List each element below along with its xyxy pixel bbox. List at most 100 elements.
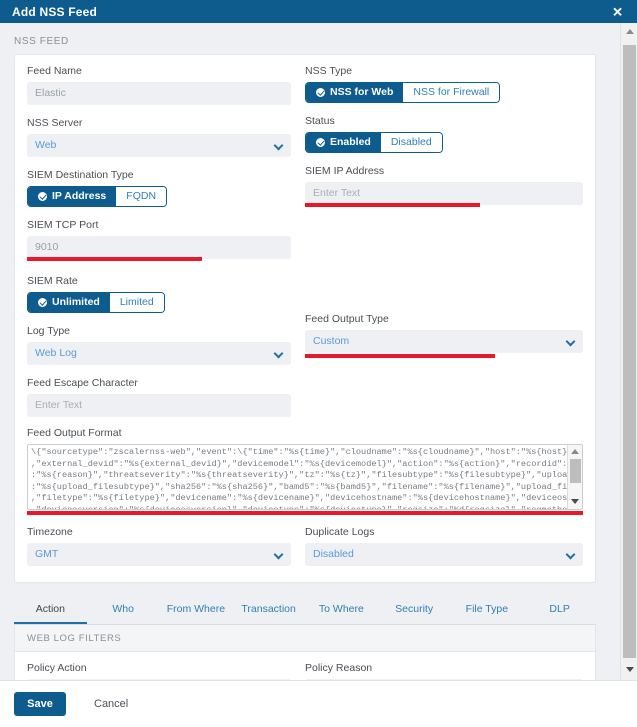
field-log-type: Log Type Web Log bbox=[27, 325, 291, 365]
field-siem-rate: SIEM Rate Unlimited Limited bbox=[27, 275, 291, 313]
feed-output-format-textarea[interactable]: \{"sourcetype":"zscalernss-web","event":… bbox=[27, 444, 583, 510]
label-policy-action: Policy Action bbox=[27, 662, 87, 674]
feed-name-input[interactable]: Elastic bbox=[27, 82, 291, 105]
nss-type-option-nss-for-web[interactable]: NSS for Web bbox=[306, 83, 404, 102]
field-feed-escape-character: Feed Escape Character Enter Text bbox=[27, 377, 291, 417]
panel-column-right: Policy Reason Any bbox=[305, 662, 583, 680]
save-button[interactable]: Save bbox=[14, 692, 66, 716]
status-option-enabled[interactable]: Enabled bbox=[306, 133, 381, 152]
panel-title: WEB LOG FILTERS bbox=[27, 633, 122, 644]
textarea-scrollbar[interactable] bbox=[567, 445, 582, 509]
nss-server-select[interactable]: Web bbox=[27, 134, 291, 157]
scroll-up-icon[interactable] bbox=[621, 23, 637, 40]
dialog-footer: Save Cancel bbox=[0, 680, 637, 727]
dialog-title: Add NSS Feed bbox=[12, 4, 98, 19]
feed-output-type-value: Custom bbox=[313, 335, 350, 347]
siem-rate-option-limited[interactable]: Limited bbox=[109, 293, 164, 312]
dialog-scrollbar[interactable] bbox=[620, 23, 637, 680]
status-option-disabled[interactable]: Disabled bbox=[380, 133, 442, 152]
tab-security[interactable]: Security bbox=[378, 597, 451, 624]
label-feed-output-format: Feed Output Format bbox=[27, 427, 122, 439]
log-type-select[interactable]: Web Log bbox=[27, 342, 291, 365]
option-label: Limited bbox=[119, 296, 154, 308]
chevron-down-icon bbox=[273, 549, 284, 560]
check-icon bbox=[316, 88, 325, 97]
option-label: NSS for Firewall bbox=[413, 86, 490, 98]
duplicate-logs-select[interactable]: Disabled bbox=[305, 543, 583, 566]
tab-transaction[interactable]: Transaction bbox=[232, 597, 305, 624]
cancel-button[interactable]: Cancel bbox=[88, 697, 134, 711]
siem-destination-type-option-fqdn[interactable]: FQDN bbox=[116, 187, 167, 206]
tab-who[interactable]: Who bbox=[87, 597, 160, 624]
option-label: FQDN bbox=[126, 190, 157, 202]
tab-to-where[interactable]: To Where bbox=[305, 597, 378, 624]
label-siem-destination-type: SIEM Destination Type bbox=[27, 169, 134, 181]
check-icon bbox=[38, 192, 47, 201]
scroll-up-icon[interactable] bbox=[568, 445, 582, 458]
field-status: Status Enabled Disabled bbox=[305, 115, 583, 153]
tab-dlp[interactable]: DLP bbox=[523, 597, 596, 624]
nss-type-toggle[interactable]: NSS for Web NSS for Firewall bbox=[305, 82, 501, 103]
timezone-select[interactable]: GMT bbox=[27, 543, 291, 566]
log-type-value: Web Log bbox=[35, 347, 77, 359]
field-feed-name: Feed Name Elastic bbox=[27, 65, 291, 105]
siem-rate-toggle[interactable]: Unlimited Limited bbox=[27, 292, 165, 313]
field-duplicate-logs: Duplicate Logs Disabled bbox=[305, 526, 583, 566]
label-duplicate-logs: Duplicate Logs bbox=[305, 526, 375, 538]
tab-action[interactable]: Action bbox=[14, 597, 87, 624]
label-timezone: Timezone bbox=[27, 526, 73, 538]
option-label: Disabled bbox=[390, 136, 432, 148]
label-siem-tcp-port: SIEM TCP Port bbox=[27, 219, 99, 231]
siem-tcp-port-input[interactable]: 9010 bbox=[27, 236, 291, 259]
label-policy-reason: Policy Reason bbox=[305, 662, 373, 674]
tab-file-type[interactable]: File Type bbox=[451, 597, 524, 624]
siem-ip-address-input[interactable]: Enter Text bbox=[305, 182, 583, 205]
feed-output-type-error-underline bbox=[305, 354, 495, 358]
tab-from-where[interactable]: From Where bbox=[160, 597, 233, 624]
chevron-down-icon bbox=[565, 549, 576, 560]
nss-type-option-nss-for-firewall[interactable]: NSS for Firewall bbox=[403, 83, 500, 102]
feed-output-format-value: \{"sourcetype":"zscalernss-web","event":… bbox=[31, 447, 583, 510]
feed-escape-character-input[interactable]: Enter Text bbox=[27, 394, 291, 417]
siem-destination-type-toggle[interactable]: IP Address FQDN bbox=[27, 186, 168, 207]
siem-ip-address-error-underline bbox=[305, 203, 480, 207]
status-toggle[interactable]: Enabled Disabled bbox=[305, 132, 443, 153]
dialog-titlebar: Add NSS Feed ✕ bbox=[0, 0, 637, 23]
scroll-down-icon[interactable] bbox=[621, 661, 637, 678]
form-column-left-2: Timezone GMT bbox=[27, 526, 305, 568]
dialog-content: NSS FEED Feed Name Elastic NSS Server We… bbox=[0, 23, 610, 680]
feed-output-type-select[interactable]: Custom bbox=[305, 330, 583, 353]
field-nss-type: NSS Type NSS for Web NSS for Firewall bbox=[305, 65, 583, 103]
field-siem-tcp-port: SIEM TCP Port 9010 bbox=[27, 219, 291, 261]
label-nss-server: NSS Server bbox=[27, 117, 83, 129]
section-title-nss-feed: NSS FEED bbox=[14, 36, 69, 47]
option-label: Unlimited bbox=[52, 296, 100, 308]
duplicate-logs-value: Disabled bbox=[313, 548, 354, 560]
label-siem-ip-address: SIEM IP Address bbox=[305, 165, 385, 177]
check-icon bbox=[38, 298, 47, 307]
scroll-down-icon[interactable] bbox=[568, 495, 582, 508]
option-label: NSS for Web bbox=[330, 86, 394, 98]
field-feed-output-format: Feed Output Format \{"sourcetype":"zscal… bbox=[27, 427, 583, 515]
check-icon bbox=[316, 138, 325, 147]
field-feed-output-type: Feed Output Type Custom bbox=[305, 313, 583, 358]
textarea-scroll-thumb[interactable] bbox=[570, 459, 581, 483]
label-log-type: Log Type bbox=[27, 325, 71, 337]
label-feed-name: Feed Name bbox=[27, 65, 82, 77]
field-siem-destination-type: SIEM Destination Type IP Address FQDN bbox=[27, 169, 291, 207]
panel-card: Policy Action Any Policy Reason Any bbox=[15, 651, 595, 680]
form-column-left: Feed Name Elastic NSS Server Web SIEM De… bbox=[27, 65, 305, 427]
scrollbar-thumb[interactable] bbox=[623, 45, 636, 658]
chevron-down-icon bbox=[273, 140, 284, 151]
close-icon[interactable]: ✕ bbox=[612, 5, 623, 18]
siem-destination-type-option-ip-address[interactable]: IP Address bbox=[28, 187, 117, 206]
panel-column-left: Policy Action Any bbox=[27, 662, 305, 680]
label-nss-type: NSS Type bbox=[305, 65, 353, 77]
field-siem-ip-address: SIEM IP Address Enter Text bbox=[305, 165, 583, 207]
siem-rate-option-unlimited[interactable]: Unlimited bbox=[28, 293, 110, 312]
web-log-filters-panel: WEB LOG FILTERS Policy Action Any bbox=[14, 625, 596, 680]
option-label: Enabled bbox=[330, 136, 371, 148]
field-policy-reason: Policy Reason Any bbox=[305, 662, 583, 680]
nss-feed-card: Feed Name Elastic NSS Server Web SIEM De… bbox=[14, 54, 596, 583]
timezone-value: GMT bbox=[35, 548, 59, 560]
